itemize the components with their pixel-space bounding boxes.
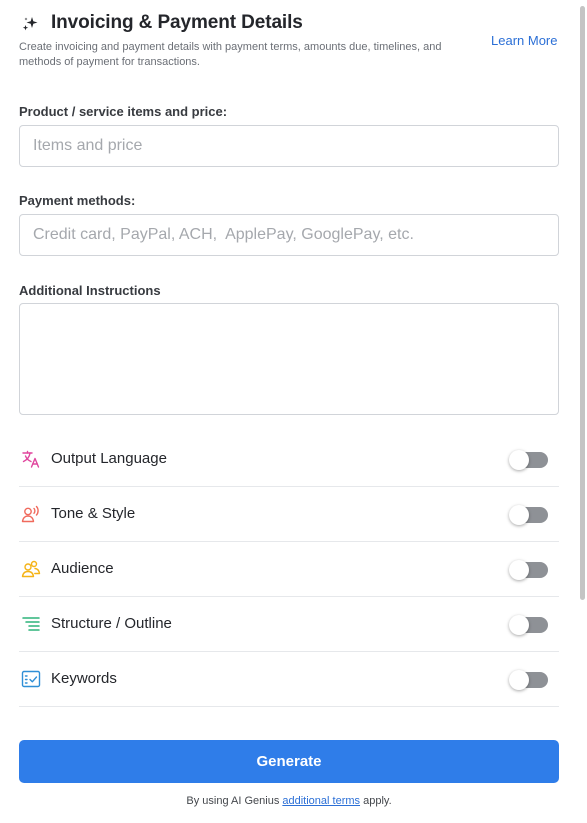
- outline-icon: [22, 617, 40, 631]
- option-label: Structure / Outline: [51, 615, 172, 632]
- option-label: Keywords: [51, 670, 117, 687]
- toggle-knob: [509, 615, 529, 635]
- output-language-toggle[interactable]: [509, 450, 548, 470]
- additional-terms-link[interactable]: additional terms: [282, 795, 360, 807]
- translate-icon: [22, 450, 40, 468]
- toggle-knob: [509, 505, 529, 525]
- keywords-toggle[interactable]: [509, 670, 548, 690]
- learn-more-link[interactable]: Learn More: [491, 33, 557, 48]
- page-subtitle: Create invoicing and payment details wit…: [19, 41, 442, 68]
- items-label: Product / service items and price:: [19, 104, 228, 119]
- page-title: Invoicing & Payment Details: [51, 12, 303, 33]
- terms-notice: By using AI Genius additional terms appl…: [0, 795, 578, 807]
- scrollbar[interactable]: [578, 0, 587, 823]
- structure-outline-toggle[interactable]: [509, 615, 548, 635]
- generate-button[interactable]: Generate: [19, 740, 559, 783]
- payment-methods-label: Payment methods:: [19, 193, 136, 208]
- terms-prefix: By using AI Genius: [186, 795, 283, 807]
- toggle-knob: [509, 450, 529, 470]
- terms-suffix: apply.: [360, 795, 392, 807]
- option-tone-style[interactable]: Tone & Style: [19, 487, 559, 542]
- audience-toggle[interactable]: [509, 560, 548, 580]
- scrollbar-thumb[interactable]: [580, 6, 585, 600]
- option-keywords[interactable]: Keywords: [19, 652, 559, 707]
- option-structure-outline[interactable]: Structure / Outline: [19, 597, 559, 652]
- instructions-textarea[interactable]: [19, 303, 559, 415]
- invoicing-panel: Invoicing & Payment Details Create invoi…: [0, 0, 578, 823]
- option-label: Tone & Style: [51, 505, 136, 522]
- toggle-knob: [509, 560, 529, 580]
- instructions-label: Additional Instructions: [19, 283, 161, 298]
- payment-methods-input[interactable]: [19, 214, 559, 256]
- items-input[interactable]: [19, 125, 559, 167]
- option-audience[interactable]: Audience: [19, 542, 559, 597]
- keywords-icon: [21, 670, 41, 688]
- voice-icon: [21, 505, 39, 523]
- tone-style-toggle[interactable]: [509, 505, 548, 525]
- option-label: Output Language: [51, 450, 167, 467]
- option-label: Audience: [51, 560, 114, 577]
- option-output-language[interactable]: Output Language: [19, 432, 559, 487]
- sparkle-icon: [22, 17, 38, 31]
- toggle-knob: [509, 670, 529, 690]
- audience-icon: [21, 560, 41, 578]
